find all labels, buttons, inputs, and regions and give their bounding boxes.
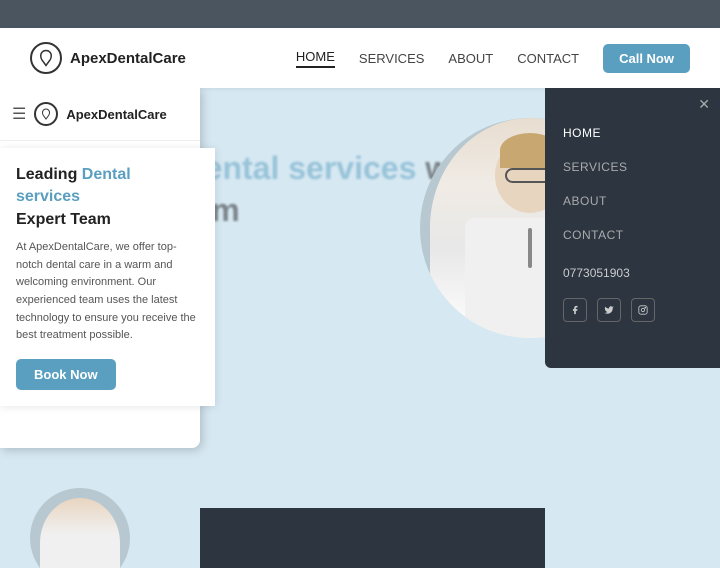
mobile-menu-panel: ☰ ApexDentalCare Leading Dental services… <box>0 88 200 448</box>
instagram-icon[interactable] <box>631 298 655 322</box>
dark-bottom-bar <box>200 508 545 568</box>
dark-nav-services[interactable]: SERVICES <box>545 150 720 184</box>
phone-number: 0773051903 <box>545 256 720 290</box>
hamburger-icon[interactable]: ☰ <box>12 104 26 124</box>
logo-icon <box>30 42 62 74</box>
main-nav: HOME SERVICES ABOUT CONTACT Call Now <box>296 44 690 73</box>
content-card: Leading Dental services Expert Team At A… <box>0 148 215 406</box>
mobile-logo-text: ApexDentalCare <box>66 107 166 122</box>
stethoscope-icon <box>528 228 532 268</box>
hero-section: Leading Dental services with Expert Team… <box>0 88 720 568</box>
logo-area[interactable]: ApexDentalCare <box>30 42 186 74</box>
nav-item-services[interactable]: SERVICES <box>359 51 425 66</box>
twitter-icon[interactable] <box>597 298 621 322</box>
logo-text: ApexDentalCare <box>70 50 186 67</box>
close-icon[interactable]: ✕ <box>698 96 710 113</box>
small-doctor-figure <box>40 498 120 568</box>
mobile-menu-header: ☰ ApexDentalCare <box>0 88 200 141</box>
call-now-button[interactable]: Call Now <box>603 44 690 73</box>
header: ApexDentalCare HOME SERVICES ABOUT CONTA… <box>0 28 720 88</box>
dark-nav-home[interactable]: HOME <box>545 116 720 150</box>
card-title: Leading Dental services Expert Team <box>16 164 199 231</box>
nav-item-about[interactable]: ABOUT <box>448 51 493 66</box>
card-description: At ApexDentalCare, we offer top-notch de… <box>16 239 199 345</box>
top-bar <box>0 0 720 28</box>
social-links <box>545 290 720 330</box>
nav-item-contact[interactable]: CONTACT <box>517 51 579 66</box>
nav-item-home[interactable]: HOME <box>296 49 335 68</box>
dark-nav-contact[interactable]: CONTACT <box>545 218 720 252</box>
book-now-button[interactable]: Book Now <box>16 359 116 390</box>
mobile-logo-icon <box>34 102 58 126</box>
dark-nav-about[interactable]: ABOUT <box>545 184 720 218</box>
dark-nav-panel: ✕ HOME SERVICES ABOUT CONTACT 0773051903 <box>545 88 720 368</box>
facebook-icon[interactable] <box>563 298 587 322</box>
